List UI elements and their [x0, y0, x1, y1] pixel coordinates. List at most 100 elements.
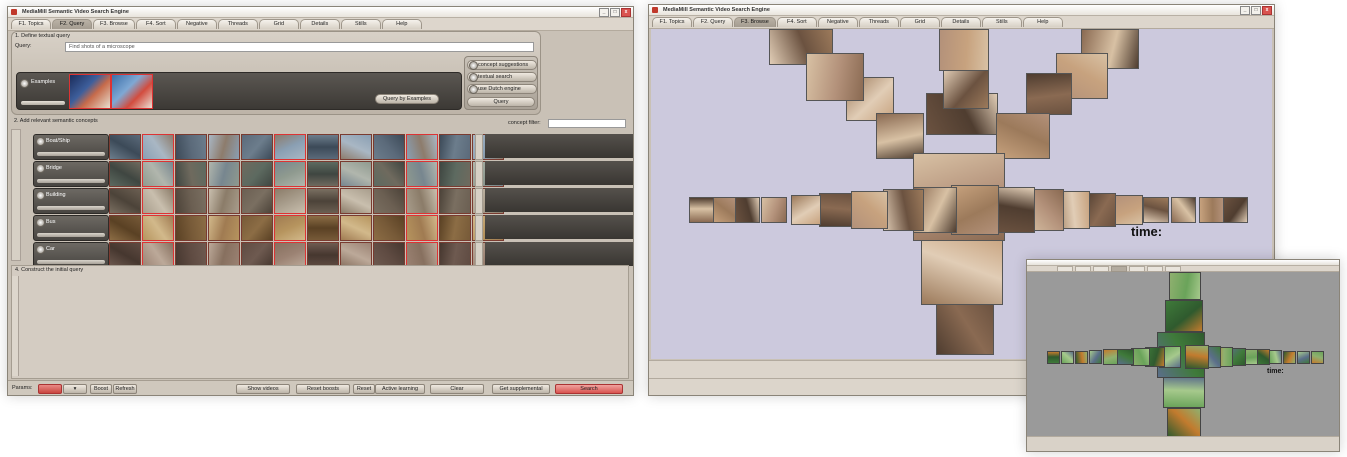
- row-scrollbar[interactable]: [475, 188, 483, 214]
- boost-button[interactable]: Boost: [90, 384, 112, 394]
- concept-weight-slider[interactable]: [37, 206, 105, 210]
- video-thumbnail[interactable]: [1311, 350, 1324, 364]
- concept-radio[interactable]: [36, 164, 45, 173]
- concept-thumbnail[interactable]: [142, 161, 174, 187]
- video-thumbnail[interactable]: [1297, 350, 1310, 364]
- video-thumbnail[interactable]: [943, 69, 989, 109]
- tab-sort[interactable]: F4. Sort: [135, 19, 176, 29]
- concept-thumbnail[interactable]: [175, 215, 207, 241]
- concept-selector[interactable]: Building: [33, 188, 109, 214]
- tab-topics[interactable]: F1. Topics: [11, 19, 51, 29]
- video-thumbnail[interactable]: [1199, 197, 1224, 223]
- concept-thumbnail[interactable]: [241, 134, 273, 160]
- concepts-scrollbar[interactable]: [11, 129, 21, 261]
- reset-boosts-button[interactable]: Reset boosts: [296, 384, 350, 394]
- concept-thumbnail[interactable]: [340, 188, 372, 214]
- concept-weight-slider[interactable]: [37, 260, 105, 264]
- video-thumbnail[interactable]: [1026, 73, 1072, 115]
- concept-thumbnail[interactable]: [175, 188, 207, 214]
- concept-weight-slider[interactable]: [37, 179, 105, 183]
- concept-thumbnail[interactable]: [274, 188, 306, 214]
- tab-threads[interactable]: Threads: [858, 17, 899, 27]
- video-thumbnail[interactable]: [1185, 345, 1209, 369]
- concept-selector[interactable]: Bridge: [33, 161, 109, 187]
- browse-canvas-small[interactable]: time:: [1027, 272, 1339, 437]
- tab-help[interactable]: Help: [381, 19, 422, 29]
- textual-search-radio[interactable]: [469, 73, 478, 82]
- concept-thumbnail[interactable]: [208, 188, 240, 214]
- tab-sort[interactable]: F4. Sort: [776, 17, 817, 27]
- refresh-button[interactable]: Refresh: [113, 384, 137, 394]
- video-thumbnail[interactable]: [1269, 350, 1283, 364]
- video-thumbnail[interactable]: [1163, 376, 1205, 408]
- concept-thumbnail[interactable]: [439, 188, 471, 214]
- concept-thumbnail[interactable]: [406, 161, 438, 187]
- concept-thumbnail[interactable]: [175, 134, 207, 160]
- video-thumbnail[interactable]: [1113, 194, 1143, 226]
- minimize-button[interactable]: _: [1240, 6, 1250, 15]
- tab-browse[interactable]: F3. Browse: [93, 19, 135, 29]
- param-selector[interactable]: [38, 384, 62, 394]
- video-thumbnail[interactable]: [1061, 350, 1074, 364]
- tab-query[interactable]: F2. Query: [52, 19, 92, 29]
- video-thumbnail[interactable]: [806, 53, 864, 101]
- tab-stills[interactable]: Stills: [981, 17, 1022, 27]
- query-by-examples-button[interactable]: Query by Examples: [375, 94, 439, 104]
- tab-negative[interactable]: Negative: [176, 19, 217, 29]
- concept-thumbnail[interactable]: [406, 134, 438, 160]
- video-thumbnail[interactable]: [1075, 350, 1088, 364]
- video-thumbnail[interactable]: [689, 197, 714, 223]
- video-thumbnail[interactable]: [1167, 408, 1201, 437]
- video-thumbnail[interactable]: [1169, 272, 1201, 300]
- examples-radio[interactable]: [20, 79, 29, 88]
- concept-thumbnail[interactable]: [109, 134, 141, 160]
- concept-thumbnail[interactable]: [307, 134, 339, 160]
- concept-thumbnail[interactable]: [340, 215, 372, 241]
- tab-query[interactable]: F2. Query: [693, 17, 733, 27]
- concept-thumbnail[interactable]: [241, 188, 273, 214]
- video-thumbnail[interactable]: [819, 192, 853, 228]
- clear-button[interactable]: Clear: [430, 384, 484, 394]
- video-thumbnail[interactable]: [1117, 348, 1134, 366]
- concept-thumbnail[interactable]: [241, 161, 273, 187]
- video-thumbnail[interactable]: [735, 197, 760, 223]
- reset-button[interactable]: Reset: [353, 384, 375, 394]
- concept-thumbnail[interactable]: [439, 161, 471, 187]
- concept-thumbnail[interactable]: [373, 215, 405, 241]
- concept-thumbnail[interactable]: [208, 215, 240, 241]
- video-thumbnail[interactable]: [851, 190, 888, 230]
- row-scrollbar[interactable]: [475, 161, 483, 187]
- close-button[interactable]: x: [1262, 6, 1272, 15]
- concept-radio[interactable]: [36, 191, 45, 200]
- concept-thumbnail[interactable]: [439, 134, 471, 160]
- concept-thumbnail[interactable]: [208, 134, 240, 160]
- tab-grid[interactable]: Grid: [899, 17, 940, 27]
- concept-thumbnail[interactable]: [439, 215, 471, 241]
- video-thumbnail[interactable]: [791, 194, 821, 226]
- video-thumbnail[interactable]: [761, 196, 787, 224]
- tab-topics[interactable]: F1. Topics: [652, 17, 692, 27]
- concept-thumbnail[interactable]: [274, 215, 306, 241]
- close-button[interactable]: x: [621, 8, 631, 17]
- query-scrollbar[interactable]: [12, 276, 19, 376]
- concept-thumbnail[interactable]: [307, 188, 339, 214]
- tab-help[interactable]: Help: [1022, 17, 1063, 27]
- video-thumbnail[interactable]: [1283, 350, 1296, 364]
- show-videos-button[interactable]: Show videos: [236, 384, 290, 394]
- query-button[interactable]: Query: [467, 97, 535, 107]
- concept-thumbnail[interactable]: [373, 188, 405, 214]
- active-learning-button[interactable]: Active learning: [375, 384, 425, 394]
- dutch-engine-radio[interactable]: [469, 85, 478, 94]
- video-thumbnail[interactable]: [1165, 300, 1203, 332]
- tab-threads[interactable]: Threads: [217, 19, 258, 29]
- concept-suggestions-radio[interactable]: [469, 61, 478, 70]
- concept-radio[interactable]: [36, 245, 45, 254]
- concept-filter-input[interactable]: [548, 119, 626, 128]
- concept-weight-slider[interactable]: [37, 233, 105, 237]
- video-thumbnail[interactable]: [1223, 197, 1248, 223]
- minimize-button[interactable]: _: [599, 8, 609, 17]
- tab-details[interactable]: Details: [940, 17, 981, 27]
- concept-thumbnail[interactable]: [109, 215, 141, 241]
- examples-slider[interactable]: [21, 101, 65, 105]
- concept-thumbnail[interactable]: [142, 134, 174, 160]
